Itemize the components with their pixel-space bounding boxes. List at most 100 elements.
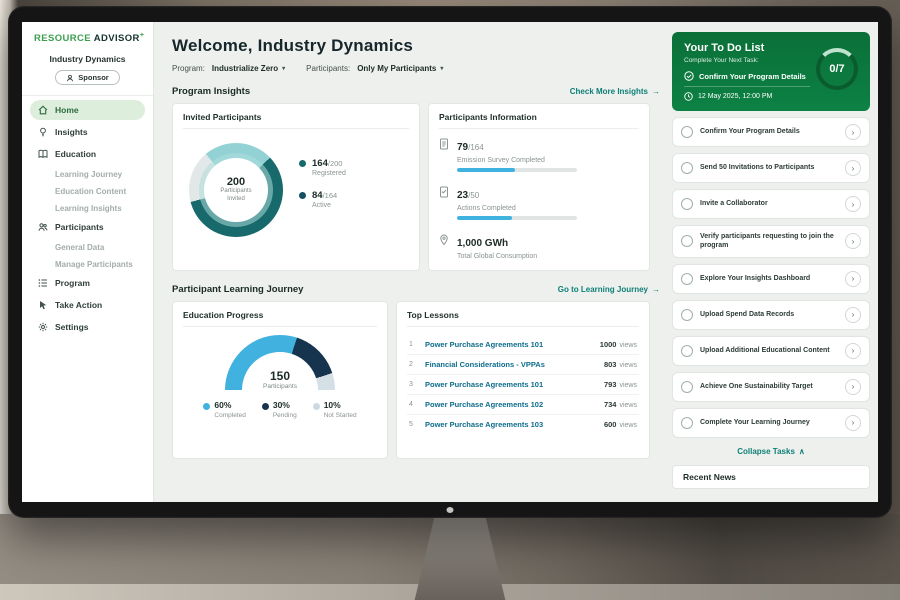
- task-label: Invite a Collaborator: [700, 199, 838, 208]
- lesson-row: 1 Power Purchase Agreements 101 1000view…: [407, 335, 639, 355]
- checklist-icon: [439, 186, 449, 220]
- task-item[interactable]: Upload Spend Data Records ›: [672, 300, 870, 330]
- task-checkbox[interactable]: [681, 309, 693, 321]
- gauge-center-label: 150 Participants: [225, 369, 335, 390]
- legend-label: Active: [312, 202, 337, 209]
- chevron-right-icon[interactable]: ›: [845, 124, 861, 140]
- participants-information-card: Participants Information 79/164 Emission…: [428, 103, 650, 271]
- sponsor-badge[interactable]: Sponsor: [55, 70, 119, 85]
- recent-news-header[interactable]: Recent News: [672, 465, 870, 489]
- section-title: Participant Learning Journey: [172, 284, 303, 295]
- stat-value: 1,000 GWh: [457, 238, 508, 249]
- donut-legend: 164/200 Registered 84/164 Active: [299, 158, 346, 222]
- lesson-link[interactable]: Power Purchase Agreements 101: [425, 340, 592, 349]
- sidebar-item-manage-participants[interactable]: Manage Participants: [30, 256, 145, 273]
- stat-emission-survey: 79/164 Emission Survey Completed: [439, 137, 639, 172]
- legend-active: 84/164 Active: [299, 190, 346, 209]
- task-checkbox[interactable]: [681, 417, 693, 429]
- sidebar-item-participants[interactable]: Participants: [30, 217, 145, 237]
- sidebar-item-settings[interactable]: Settings: [30, 317, 145, 337]
- task-label: Upload Additional Educational Content: [700, 346, 838, 355]
- lesson-rank: 5: [409, 421, 417, 428]
- task-item[interactable]: Send 50 Invitations to Participants ›: [672, 153, 870, 183]
- chevron-right-icon[interactable]: ›: [845, 415, 861, 431]
- legend-pct: 30%: [273, 400, 290, 410]
- program-select[interactable]: Industrialize Zero ▾: [212, 64, 285, 73]
- task-checkbox[interactable]: [681, 345, 693, 357]
- legend-pct: 10%: [324, 400, 341, 410]
- stat-label: Total Global Consumption: [457, 253, 537, 260]
- lesson-link[interactable]: Power Purchase Agreements 102: [425, 400, 596, 409]
- sidebar-item-education-content[interactable]: Education Content: [30, 183, 145, 200]
- stat-total: /164: [468, 143, 484, 152]
- legend-label: Registered: [312, 170, 346, 177]
- monitor-power-led: [447, 507, 454, 513]
- card-title: Invited Participants: [183, 112, 409, 129]
- lesson-views-unit: views: [619, 422, 637, 429]
- home-icon: [38, 105, 48, 115]
- task-item[interactable]: Invite a Collaborator ›: [672, 189, 870, 219]
- legend-registered: 164/200 Registered: [299, 158, 346, 177]
- task-item[interactable]: Explore Your Insights Dashboard ›: [672, 264, 870, 294]
- gear-icon: [38, 322, 48, 332]
- participants-select[interactable]: Only My Participants ▾: [357, 64, 443, 73]
- sidebar-item-program[interactable]: Program: [30, 273, 145, 293]
- lightbulb-icon: [38, 127, 48, 137]
- top-lessons-card: Top Lessons 1 Power Purchase Agreements …: [396, 301, 650, 459]
- chevron-right-icon[interactable]: ›: [845, 271, 861, 287]
- chevron-right-icon[interactable]: ›: [845, 343, 861, 359]
- chevron-right-icon[interactable]: ›: [845, 233, 861, 249]
- task-item[interactable]: Verify participants requesting to join t…: [672, 225, 870, 258]
- chevron-right-icon[interactable]: ›: [845, 196, 861, 212]
- task-checkbox[interactable]: [681, 126, 693, 138]
- sidebar-item-take-action[interactable]: Take Action: [30, 295, 145, 315]
- lesson-rank: 1: [409, 341, 417, 348]
- sidebar-nav: Home Insights Education Learning Journey…: [22, 95, 153, 337]
- task-item[interactable]: Confirm Your Program Details ›: [672, 117, 870, 147]
- stat-value: 79: [457, 142, 468, 153]
- legend-value: 84: [312, 190, 323, 201]
- link-label: Check More Insights: [570, 87, 648, 96]
- chevron-right-icon[interactable]: ›: [845, 307, 861, 323]
- task-checkbox[interactable]: [681, 235, 693, 247]
- check-more-insights-link[interactable]: Check More Insights →: [570, 87, 660, 96]
- arrow-right-icon: →: [652, 87, 660, 96]
- task-checkbox[interactable]: [681, 198, 693, 210]
- sidebar-item-general-data[interactable]: General Data: [30, 239, 145, 256]
- sidebar-item-learning-insights[interactable]: Learning Insights: [30, 200, 145, 217]
- collapse-tasks-link[interactable]: Collapse Tasks ∧: [672, 447, 870, 456]
- chevron-right-icon[interactable]: ›: [845, 379, 861, 395]
- todo-next-task-label: Confirm Your Program Details: [699, 72, 806, 81]
- legend-value: 164: [312, 158, 328, 169]
- sidebar-item-education[interactable]: Education: [30, 144, 145, 164]
- filters-bar: Program: Industrialize Zero ▾ Participan…: [172, 64, 660, 73]
- task-checkbox[interactable]: [681, 162, 693, 174]
- sidebar-item-insights[interactable]: Insights: [30, 122, 145, 142]
- gauge-caption: Participants: [225, 383, 335, 390]
- legend-dot-active: [299, 192, 306, 199]
- lesson-link[interactable]: Financial Considerations - VPPAs: [425, 360, 596, 369]
- lesson-row: 2 Financial Considerations - VPPAs 803vi…: [407, 355, 639, 375]
- task-item[interactable]: Complete Your Learning Journey ›: [672, 408, 870, 438]
- task-item[interactable]: Achieve One Sustainability Target ›: [672, 372, 870, 402]
- lesson-views: 734: [604, 400, 617, 409]
- lesson-views-unit: views: [619, 402, 637, 409]
- task-checkbox[interactable]: [681, 381, 693, 393]
- sidebar-item-home[interactable]: Home: [30, 100, 145, 120]
- gauge-value: 150: [225, 369, 335, 383]
- lesson-link[interactable]: Power Purchase Agreements 101: [425, 380, 596, 389]
- participants-select-value: Only My Participants: [357, 64, 436, 73]
- person-icon: [66, 74, 74, 82]
- chevron-right-icon[interactable]: ›: [845, 160, 861, 176]
- lesson-link[interactable]: Power Purchase Agreements 103: [425, 420, 596, 429]
- go-to-learning-journey-link[interactable]: Go to Learning Journey →: [558, 285, 660, 294]
- stat-total: /50: [468, 191, 479, 200]
- task-checkbox[interactable]: [681, 273, 693, 285]
- lesson-views: 1000: [600, 340, 617, 349]
- sidebar-item-label: Settings: [55, 322, 89, 332]
- task-item[interactable]: Upload Additional Educational Content ›: [672, 336, 870, 366]
- monitor-bezel: RESOURCE ADVISOR+ Industry Dynamics Spon…: [8, 6, 892, 518]
- recent-news-title: Recent News: [683, 472, 736, 482]
- sidebar-item-learning-journey[interactable]: Learning Journey: [30, 166, 145, 183]
- invited-participants-card: Invited Participants 200 Participants In…: [172, 103, 420, 271]
